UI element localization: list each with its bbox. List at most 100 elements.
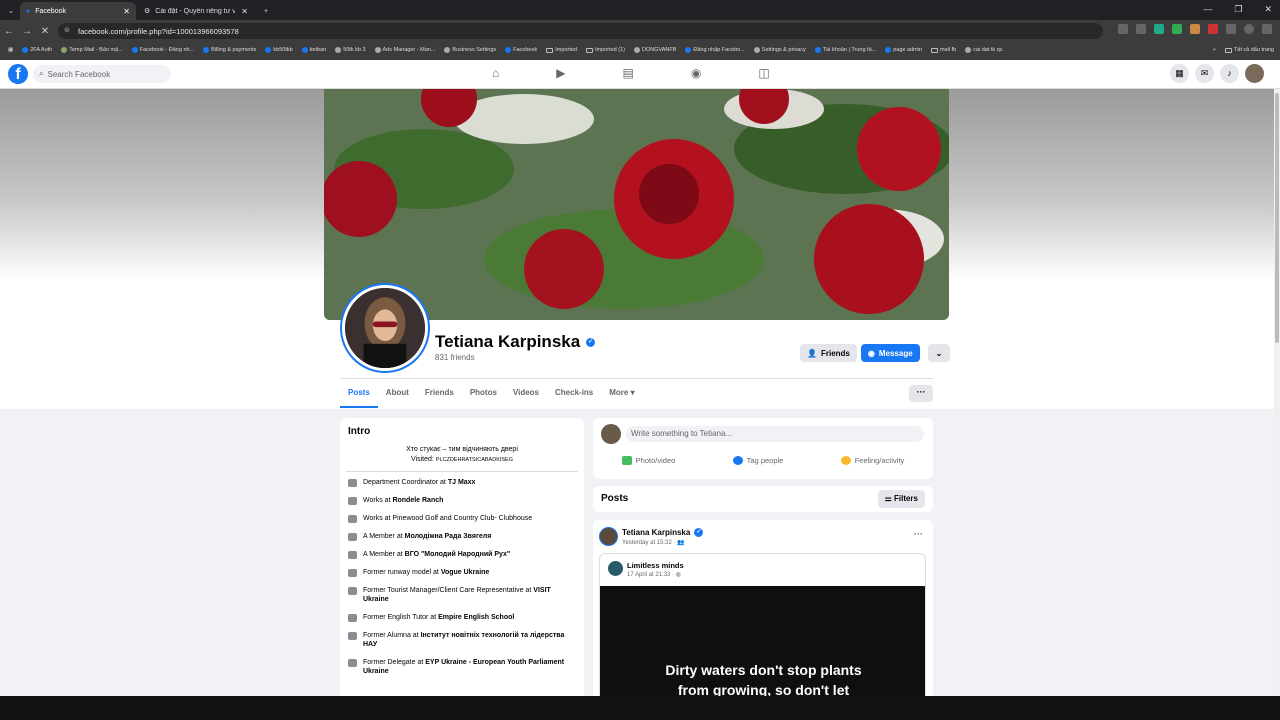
tab-more[interactable]: More ▾ — [601, 382, 642, 408]
back-icon[interactable]: ← — [0, 26, 18, 37]
bookmark[interactable]: Đăng nhập Facebo... — [685, 47, 745, 53]
cover-photo[interactable] — [324, 89, 949, 320]
folder-icon — [930, 47, 938, 53]
post-author[interactable]: Tetiana Karpinska ✓ — [622, 528, 704, 537]
home-icon[interactable]: ⌂ — [492, 66, 499, 80]
extension-icon[interactable] — [1190, 24, 1200, 34]
marketplace-icon[interactable]: ▤ — [622, 66, 633, 80]
puzzle-icon[interactable] — [1226, 24, 1236, 34]
message-button[interactable]: ◉ Message — [860, 344, 920, 362]
install-icon[interactable] — [1118, 24, 1128, 34]
star-icon[interactable] — [1136, 24, 1146, 34]
bookmark[interactable]: cai dat tk qc — [965, 47, 1003, 53]
bookmark[interactable]: kb50tkb — [265, 47, 293, 53]
gaming-icon[interactable]: ◫ — [758, 66, 769, 80]
bookmarks-overflow-icon[interactable]: » — [1213, 47, 1216, 53]
profile-icon[interactable] — [1244, 24, 1254, 34]
video-icon[interactable]: ▶ — [556, 66, 565, 80]
tab-facebook[interactable]: ● Facebook ✕ — [20, 2, 136, 20]
post-author-avatar[interactable] — [599, 527, 618, 546]
minimize-icon[interactable]: — — [1203, 4, 1212, 15]
extension-icon[interactable] — [1154, 24, 1164, 34]
facebook-tab-icon: ● — [26, 7, 31, 15]
maximize-icon[interactable]: ❐ — [1234, 4, 1242, 15]
feeling-button[interactable]: Feeling/activity — [840, 456, 904, 465]
bookmark[interactable]: Facebook — [505, 47, 537, 53]
intro-item: Former English Tutor at Empire English S… — [348, 613, 576, 622]
composer-input[interactable]: Write something to Tetiana... — [626, 426, 924, 442]
profile-name: Tetiana Karpinska ✓ — [435, 332, 596, 352]
scrollbar[interactable] — [1274, 89, 1280, 700]
post-image[interactable]: Dirty waters don't stop plants from grow… — [600, 586, 925, 700]
bookmark[interactable]: Business Settings — [444, 47, 496, 53]
bookmark[interactable]: 50tk kb 3 — [335, 47, 366, 53]
intro-item: Former runway model at Vogue Ukraine — [348, 568, 576, 577]
bookmark[interactable]: DONGVANFB — [633, 47, 676, 53]
bookmark[interactable]: page admin — [885, 47, 922, 53]
bookmark-folder[interactable]: mail fb — [930, 47, 956, 53]
bookmark-folder[interactable]: Imported (1) — [586, 47, 625, 53]
bookmark[interactable]: Billing & payments — [203, 47, 256, 53]
shared-author-avatar[interactable] — [608, 561, 623, 576]
post-menu-icon[interactable]: ··· — [914, 529, 923, 539]
bookmark[interactable]: Settings & privacy — [753, 47, 806, 53]
messenger-icon[interactable]: ✉ — [1195, 64, 1214, 83]
profile-avatar[interactable] — [342, 285, 428, 371]
tab-search-button[interactable]: ⌄ — [2, 2, 14, 20]
menu-icon[interactable] — [1262, 24, 1272, 34]
groups-icon[interactable]: ◉ — [691, 66, 701, 80]
forward-icon[interactable]: → — [18, 26, 36, 37]
tab-checkins[interactable]: Check-ins — [547, 382, 601, 408]
extension-icon[interactable] — [1208, 24, 1218, 34]
profile-name-text: Tetiana Karpinska — [435, 332, 581, 351]
close-icon[interactable]: ✕ — [241, 7, 248, 16]
shared-post[interactable]: Limitless minds 17 April at 21:33 · ◍ Di… — [599, 553, 926, 700]
photo-video-button[interactable]: Photo/video — [621, 456, 675, 465]
bookmark-folder[interactable]: Imported — [546, 47, 577, 53]
tab-about[interactable]: About — [378, 382, 417, 408]
composer-avatar[interactable] — [601, 424, 621, 444]
bookmark[interactable]: Temp Mail - Bảo mậ... — [61, 47, 123, 53]
folder-icon — [586, 47, 593, 53]
globe-icon — [374, 47, 381, 53]
avatar-image — [345, 288, 425, 368]
post-time[interactable]: Yesterday at 15:32 · 👥 — [622, 539, 685, 546]
url-field[interactable]: ⊜ facebook.com/profile.php?id=1000139660… — [58, 23, 1103, 39]
tab-friends[interactable]: Friends — [417, 382, 462, 408]
bell-icon[interactable]: ♪ — [1220, 64, 1239, 83]
more-options-button[interactable]: ⌄ — [927, 344, 951, 362]
tab-posts[interactable]: Posts — [340, 382, 378, 408]
apps-icon[interactable]: ▦ — [8, 47, 13, 53]
shared-author[interactable]: Limitless minds — [627, 561, 684, 570]
tag-people-button[interactable]: Tag people — [732, 456, 783, 465]
bookmark[interactable]: Ads Manager - Man... — [374, 47, 435, 53]
bookmarks-bar: ▦ 2FA Auth Temp Mail - Bảo mậ... Faceboo… — [0, 42, 1280, 58]
globe-icon — [633, 47, 640, 53]
account-avatar[interactable] — [1245, 64, 1264, 83]
bookmark[interactable]: Tài khoản | Trung tâ... — [814, 47, 876, 53]
facebook-icon — [131, 47, 138, 53]
bio-line: Хто стукає – тим відчиняють двері — [406, 446, 518, 453]
bookmark[interactable]: 2FA Auth — [22, 47, 52, 53]
bookmark[interactable]: Facebook - Đăng nh... — [131, 47, 194, 53]
scrollbar-thumb[interactable] — [1275, 93, 1279, 343]
new-tab-button[interactable]: + — [258, 2, 272, 20]
menu-grid-icon[interactable]: ▦ — [1170, 64, 1189, 83]
tab-settings[interactable]: ⚙ Cài đặt - Quyền riêng tư và bảo ✕ — [138, 2, 254, 20]
tab-videos[interactable]: Videos — [505, 382, 547, 408]
stop-icon[interactable]: ✕ — [36, 26, 54, 37]
bookmark[interactable]: ketban — [301, 47, 326, 53]
site-info-icon[interactable]: ⊜ — [64, 26, 70, 34]
extension-icon[interactable] — [1172, 24, 1182, 34]
shared-time[interactable]: 17 April at 21:33 · ◍ — [627, 571, 681, 578]
close-icon[interactable]: ✕ — [123, 7, 130, 16]
filters-button[interactable]: ⚌ Filters — [877, 490, 925, 508]
facebook-logo-icon[interactable]: f — [8, 64, 28, 84]
search-input[interactable]: ⌕ Search Facebook — [33, 65, 171, 83]
profile-menu-button[interactable]: ··· — [909, 385, 933, 402]
close-window-icon[interactable]: ✕ — [1264, 4, 1272, 15]
friends-button[interactable]: 👤 Friends — [800, 344, 857, 362]
tab-photos[interactable]: Photos — [462, 382, 505, 408]
all-bookmarks[interactable]: Tất cả dấu trang — [1224, 47, 1274, 53]
friends-count[interactable]: 831 friends — [435, 353, 475, 362]
